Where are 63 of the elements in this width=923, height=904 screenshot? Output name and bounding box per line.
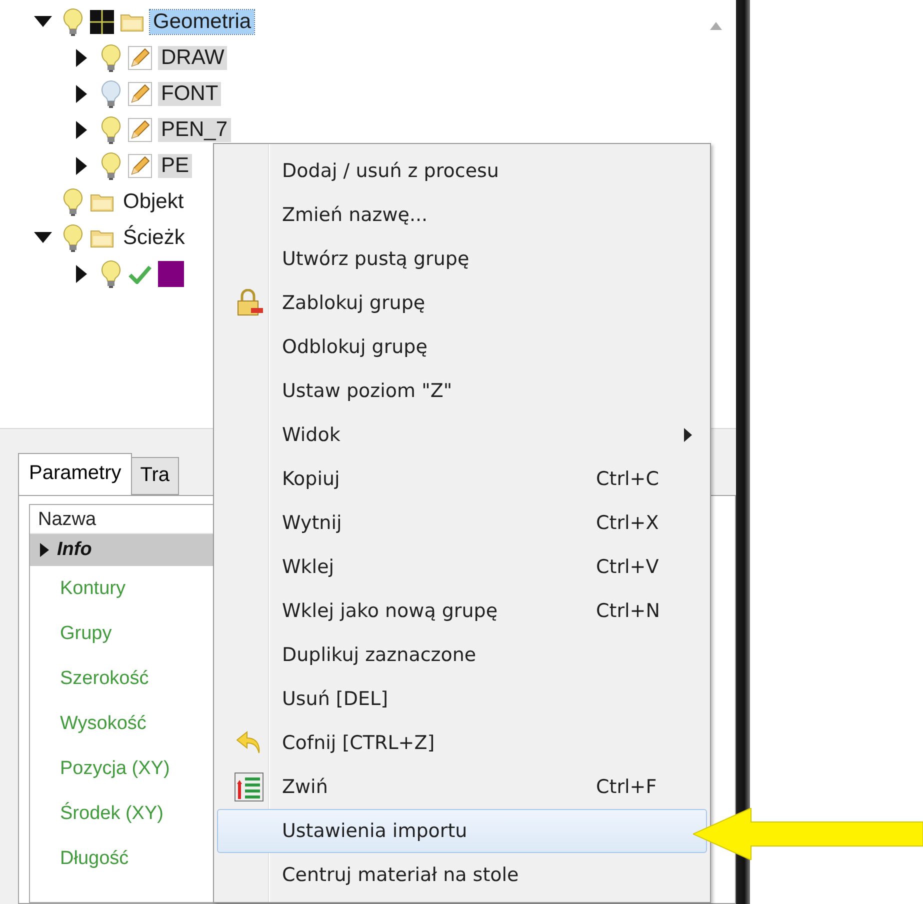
expand-arrow-icon[interactable] bbox=[76, 85, 86, 103]
light-bulb-icon[interactable] bbox=[62, 223, 84, 253]
tree-item[interactable]: PE bbox=[158, 154, 192, 178]
menu-item[interactable]: Zmień nazwę... bbox=[217, 193, 707, 237]
light-bulb-icon[interactable] bbox=[100, 151, 122, 181]
menu-item[interactable]: Usuń [DEL] bbox=[217, 677, 707, 721]
menu-item[interactable]: Duplikuj zaznaczone bbox=[217, 633, 707, 677]
submenu-arrow-icon bbox=[684, 428, 692, 442]
menu-item[interactable]: Ustawienia importu bbox=[217, 809, 707, 853]
light-bulb-icon[interactable] bbox=[100, 79, 122, 109]
folder-icon bbox=[120, 12, 144, 32]
tree-item[interactable]: PEN_7 bbox=[158, 118, 231, 142]
tree-item[interactable]: DRAW bbox=[158, 46, 228, 70]
tree-item[interactable]: Geometria bbox=[150, 10, 254, 34]
menu-item[interactable]: Zablokuj grupę bbox=[217, 281, 707, 325]
menu-item[interactable]: Cofnij [CTRL+Z] bbox=[217, 721, 707, 765]
folder-icon bbox=[90, 228, 114, 248]
check-icon bbox=[128, 264, 152, 284]
grid-icon bbox=[90, 10, 114, 34]
expand-arrow-icon[interactable] bbox=[76, 49, 86, 67]
light-bulb-icon[interactable] bbox=[62, 187, 84, 217]
pencil-icon bbox=[128, 118, 152, 142]
panel-tab[interactable]: Parametry bbox=[18, 453, 132, 495]
menu-item[interactable]: Ustaw poziom "Z" bbox=[217, 369, 707, 413]
light-bulb-icon[interactable] bbox=[62, 7, 84, 37]
pencil-icon bbox=[128, 154, 152, 178]
menu-item[interactable]: Utwórz pustą grupę bbox=[217, 237, 707, 281]
expand-arrow-icon[interactable] bbox=[76, 265, 86, 283]
menu-item[interactable]: Wklej jako nową grupę Ctrl+N bbox=[217, 589, 707, 633]
pencil-icon bbox=[128, 46, 152, 70]
property-label: Wysokość bbox=[60, 712, 146, 734]
pointer-arrow-icon bbox=[693, 808, 923, 860]
menu-item[interactable]: Zwiń Ctrl+F bbox=[217, 765, 707, 809]
scroll-up-icon[interactable] bbox=[710, 22, 722, 30]
pencil-icon bbox=[128, 82, 152, 106]
menu-item[interactable]: Kopiuj Ctrl+C bbox=[217, 457, 707, 501]
property-label: Pozycja (XY) bbox=[60, 758, 170, 780]
indent-list-icon bbox=[234, 772, 264, 802]
menu-item[interactable]: Widok bbox=[217, 413, 707, 457]
panel-tab[interactable]: Tra bbox=[131, 457, 179, 495]
tree-item[interactable]: FONT bbox=[158, 82, 222, 106]
collapse-arrow-icon[interactable] bbox=[34, 232, 52, 244]
menu-item[interactable]: Dodaj / usuń z procesu bbox=[217, 149, 707, 193]
category-label: Info bbox=[57, 539, 92, 561]
menu-item[interactable]: Odblokuj grupę bbox=[217, 325, 707, 369]
light-bulb-icon[interactable] bbox=[100, 43, 122, 73]
light-bulb-icon[interactable] bbox=[100, 115, 122, 145]
light-bulb-icon[interactable] bbox=[100, 259, 122, 289]
menu-item[interactable]: Wytnij Ctrl+X bbox=[217, 501, 707, 545]
property-label: Długość bbox=[60, 848, 129, 870]
property-label: Grupy bbox=[60, 622, 112, 644]
collapse-arrow-icon[interactable] bbox=[34, 16, 52, 28]
menu-item[interactable]: Centruj materiał na stole bbox=[217, 853, 707, 897]
expand-arrow-icon[interactable] bbox=[76, 157, 86, 175]
expand-arrow-icon[interactable] bbox=[76, 121, 86, 139]
folder-icon bbox=[90, 192, 114, 212]
property-label: Szerokość bbox=[60, 668, 149, 690]
expand-arrow-icon[interactable] bbox=[40, 543, 49, 557]
menu-item[interactable]: Wklej Ctrl+V bbox=[217, 545, 707, 589]
tree-item[interactable]: Objekt bbox=[120, 190, 187, 214]
property-label: Środek (XY) bbox=[60, 802, 164, 824]
tree-item[interactable]: Ścieżk bbox=[120, 226, 188, 250]
property-label: Kontury bbox=[60, 578, 126, 600]
